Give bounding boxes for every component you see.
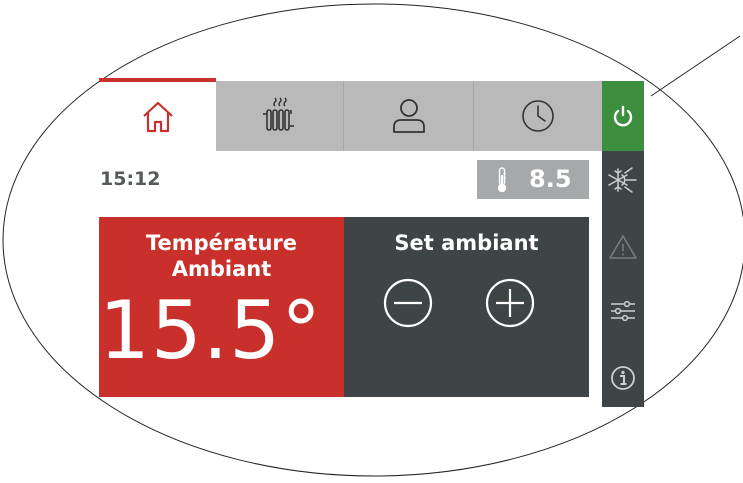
ambient-temperature-value: 15.5° [99, 284, 323, 377]
tab-schedule[interactable] [474, 81, 602, 151]
sidebar-item-alarms[interactable] [602, 219, 644, 275]
sliders-icon [611, 300, 635, 322]
ambient-temperature-panel: Température Ambiant 15.5° [99, 217, 344, 397]
callout-line [650, 35, 741, 97]
clock-time: 15:12 [100, 168, 161, 190]
ambient-title-line2: Ambiant [171, 257, 272, 281]
outdoor-temp-badge: 8.5 [477, 160, 589, 199]
tab-heating[interactable] [216, 81, 344, 151]
sidebar-item-mode[interactable] [602, 151, 644, 209]
info-icon [611, 366, 635, 390]
power-icon [613, 105, 633, 127]
plus-circle-icon[interactable] [484, 277, 536, 329]
setpoint-panel: Set ambiant [344, 217, 589, 397]
power-button[interactable] [602, 81, 644, 151]
clock-icon [522, 100, 554, 132]
sidebar-item-info[interactable] [602, 350, 644, 406]
warning-icon [609, 235, 637, 259]
outdoor-temp-value: 8.5 [529, 165, 572, 193]
sun-snowflake-icon [608, 167, 637, 193]
thermometer-icon [497, 167, 507, 193]
home-icon [142, 101, 173, 132]
setpoint-title: Set ambiant [394, 231, 539, 255]
radiator-icon [262, 97, 294, 131]
user-icon [392, 99, 425, 133]
sidebar-item-settings[interactable] [602, 283, 644, 339]
minus-circle-icon[interactable] [382, 277, 434, 329]
tab-user[interactable] [344, 81, 474, 151]
ambient-title-line1: Température [145, 231, 298, 255]
tab-home[interactable] [99, 78, 216, 151]
